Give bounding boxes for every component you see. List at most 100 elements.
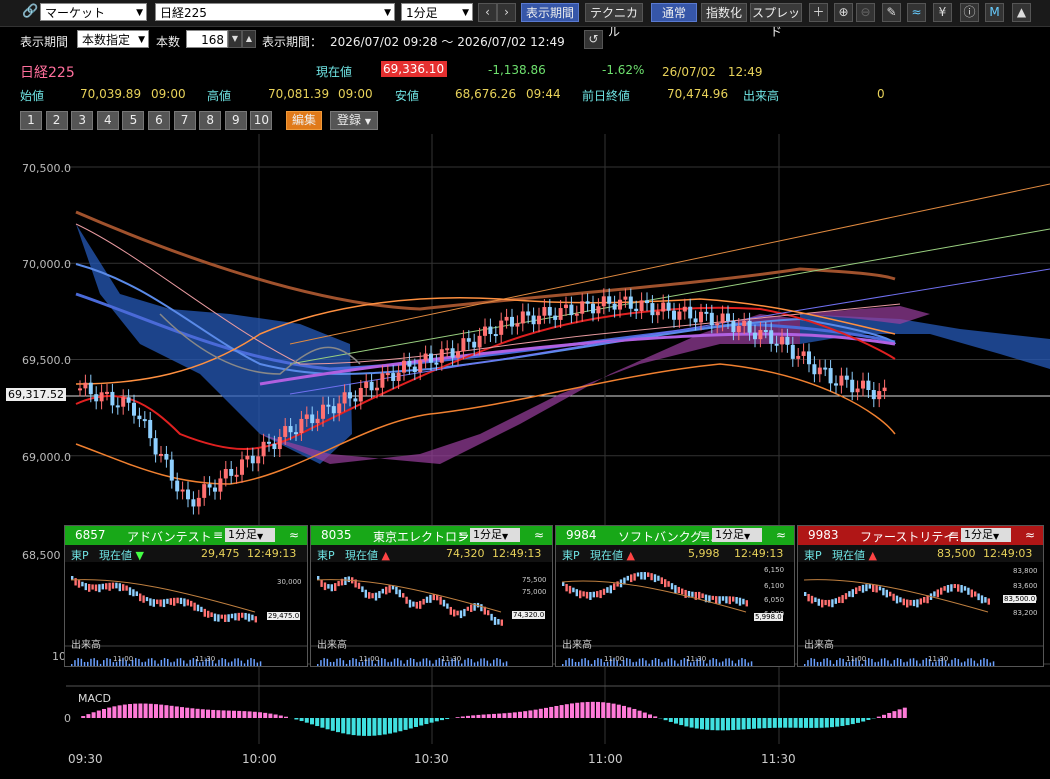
- mini-candle: [244, 612, 247, 620]
- volume-value: 0: [877, 87, 885, 101]
- preset-button-9[interactable]: 9: [224, 111, 247, 130]
- mini-vol-bar: [868, 658, 870, 666]
- menu-icon[interactable]: ≡: [213, 528, 223, 542]
- y-tick-3: 69,000.0: [22, 451, 71, 464]
- area-chart-icon[interactable]: ▲: [1012, 3, 1031, 22]
- preset-button-6[interactable]: 6: [148, 111, 170, 130]
- interval-select[interactable]: 1分足 ▼: [401, 3, 473, 21]
- menu-icon[interactable]: ≡: [949, 528, 959, 542]
- mini-candle: [960, 584, 963, 593]
- count-down-icon[interactable]: ▼: [228, 30, 242, 48]
- mini-candle: [677, 586, 680, 594]
- register-button[interactable]: 登録 ▼: [330, 111, 378, 130]
- symbol-select[interactable]: 日経225 ▼: [155, 3, 395, 21]
- mini-candle: [247, 613, 251, 622]
- macd-bar: [622, 705, 626, 718]
- price-chart[interactable]: [0, 134, 1050, 779]
- macd-bar: [278, 715, 283, 718]
- mini-vol-bar: [422, 658, 425, 666]
- macd-bar: [819, 718, 824, 728]
- mini-candle: [237, 612, 240, 621]
- candle: [542, 307, 547, 316]
- zoom-out-icon[interactable]: ⊖: [856, 3, 875, 22]
- preset-button-7[interactable]: 7: [173, 111, 196, 130]
- preset-button-5[interactable]: 5: [122, 111, 145, 130]
- macd-bar: [502, 713, 507, 718]
- mini-candle: [589, 591, 592, 600]
- mini-chart-9983[interactable]: 9983 ファーストリテイ… ≡ 1分足 ▼ ≈ 東P 現在値 ▲ 83,500…: [797, 525, 1044, 667]
- menu-icon[interactable]: ≡: [458, 528, 468, 542]
- mini-candle: [463, 608, 466, 617]
- mini-candle: [735, 597, 738, 604]
- indicator-icon[interactable]: ≈: [1025, 528, 1035, 542]
- mini-interval-select[interactable]: 1分足 ▼: [712, 528, 762, 542]
- count-up-icon[interactable]: ▲: [242, 30, 256, 48]
- mini-vol-bar: [912, 658, 915, 666]
- candle: [839, 375, 844, 386]
- mini-chart-8035[interactable]: 8035 東京エレクトロン ≡ 1分足 ▼ ≈ 東P 現在値 ▲ 74,320 …: [310, 525, 553, 667]
- preset-button-4[interactable]: 4: [96, 111, 119, 130]
- mini-candle: [186, 599, 189, 606]
- preset-button-2[interactable]: 2: [45, 111, 68, 130]
- macd-bar: [538, 708, 543, 718]
- candle: [148, 419, 153, 439]
- menu-icon[interactable]: ≡: [700, 528, 710, 542]
- mini-candle: [493, 616, 497, 625]
- zoom-in-icon[interactable]: ⊕: [834, 3, 853, 22]
- my-chart-icon[interactable]: M: [985, 3, 1004, 22]
- next-icon[interactable]: ›: [497, 3, 516, 22]
- mini-interval-select[interactable]: 1分足 ▼: [961, 528, 1011, 542]
- candle: [774, 343, 779, 346]
- refresh-icon[interactable]: ↺: [584, 30, 603, 49]
- macd-bar: [559, 705, 564, 718]
- period-button[interactable]: 表示期間: [521, 3, 579, 22]
- low-time: 09:44: [526, 87, 561, 101]
- mini-vol-bar: [747, 662, 750, 666]
- mini-price-chart[interactable]: [798, 562, 1043, 666]
- crosshair-icon[interactable]: ＋: [809, 3, 828, 22]
- y-tick-1: 70,000.0: [22, 258, 71, 271]
- edit-button[interactable]: 編集: [286, 111, 322, 130]
- macd-bar: [362, 718, 366, 736]
- indicator-icon[interactable]: ≈: [776, 528, 786, 542]
- index-button[interactable]: 指数化: [701, 3, 747, 22]
- macd-bar: [492, 713, 496, 718]
- mini-code: 6857: [75, 528, 106, 542]
- mini-vol-bar: [467, 658, 469, 666]
- preset-button-1[interactable]: 1: [20, 111, 42, 130]
- candle: [348, 392, 352, 399]
- mini-chart-9984[interactable]: 9984 ソフトバンクグ… ≡ 1分足 ▼ ≈ 東P 現在値 ▲ 5,998 1…: [555, 525, 795, 667]
- pencil-icon[interactable]: ✎: [882, 3, 901, 22]
- count-input[interactable]: 168: [186, 30, 228, 48]
- indicator-icon[interactable]: ≈: [289, 528, 299, 542]
- market-select[interactable]: マーケット ▼: [40, 3, 147, 21]
- indicator-icon[interactable]: ≈: [907, 3, 926, 22]
- period-mode-select[interactable]: 本数指定 ▼: [77, 30, 149, 48]
- info-icon[interactable]: ⓘ: [960, 3, 979, 22]
- mini-candle: [446, 603, 449, 609]
- technical-button[interactable]: テクニカル: [585, 3, 643, 39]
- macd-bar: [206, 709, 210, 718]
- macd-bar: [299, 718, 304, 722]
- indicator-icon[interactable]: ≈: [534, 528, 544, 542]
- prev-icon[interactable]: ‹: [478, 3, 497, 22]
- spread-button[interactable]: スプレッド: [750, 3, 802, 39]
- x-tick-1: 10:00: [242, 752, 277, 766]
- normal-button[interactable]: 通常: [651, 3, 697, 22]
- mini-vol-bar: [326, 658, 329, 666]
- preset-button-10[interactable]: 10: [250, 111, 273, 130]
- mini-interval-select[interactable]: 1分足 ▼: [225, 528, 275, 542]
- yen-icon[interactable]: ¥: [933, 3, 952, 22]
- mini-chart-6857[interactable]: 6857 アドバンテスト ≡ 1分足 ▼ ≈ 東P 現在値 ▼ 29,475 1…: [64, 525, 308, 667]
- preset-button-8[interactable]: 8: [199, 111, 222, 130]
- macd-bar: [882, 714, 886, 718]
- mini-vol-bar: [670, 658, 673, 666]
- candle: [547, 307, 552, 316]
- candle: [526, 311, 531, 316]
- candle: [353, 398, 358, 402]
- mini-candle: [230, 613, 234, 619]
- preset-button-3[interactable]: 3: [71, 111, 94, 130]
- link-icon[interactable]: 🔗: [22, 4, 38, 19]
- mini-interval-select[interactable]: 1分足 ▼: [470, 528, 520, 542]
- candle: [115, 405, 120, 408]
